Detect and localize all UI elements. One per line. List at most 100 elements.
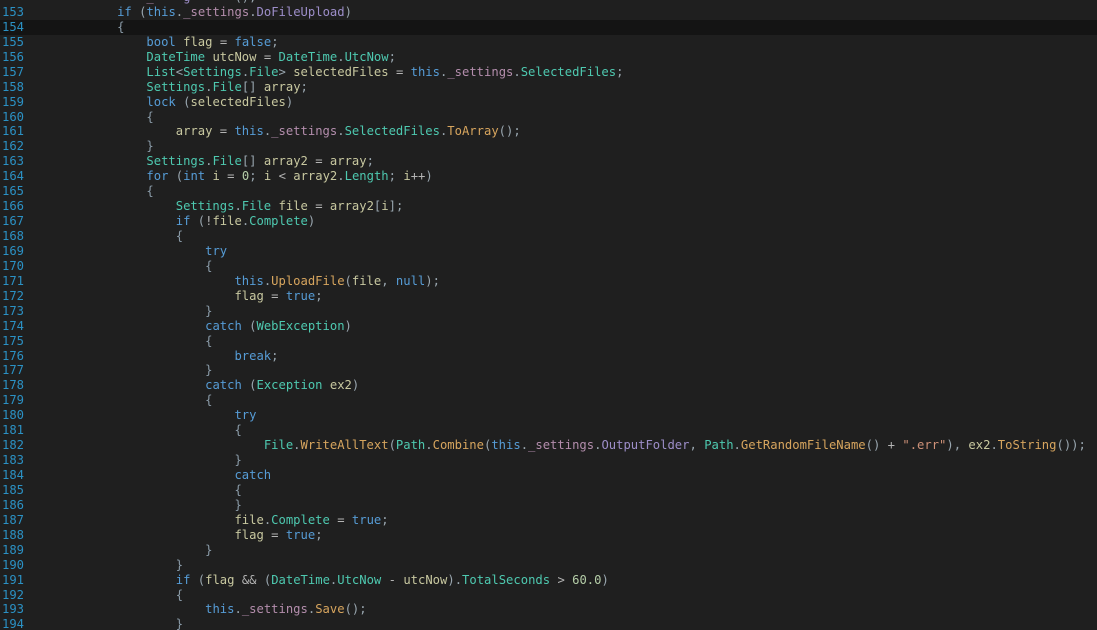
line-text[interactable]: flag = true; — [29, 528, 322, 543]
code-line[interactable]: 190 } — [0, 558, 1097, 573]
code-line[interactable]: 165 { — [0, 184, 1097, 199]
line-text[interactable]: } — [29, 453, 241, 468]
line-text[interactable]: Settings.File file = array2[i]; — [29, 199, 404, 214]
line-text[interactable]: this._settings.Save(); — [29, 602, 366, 617]
code-line[interactable]: 193 this._settings.Save(); — [0, 602, 1097, 617]
line-text[interactable]: File.WriteAllText(Path.Combine(this._set… — [29, 438, 1086, 453]
line-text[interactable]: } — [29, 543, 212, 558]
line-text[interactable]: break; — [29, 349, 278, 364]
code-line[interactable]: 166 Settings.File file = array2[i]; — [0, 199, 1097, 214]
code-line[interactable]: 176 break; — [0, 349, 1097, 364]
code-line[interactable]: 179 { — [0, 393, 1097, 408]
line-text[interactable]: if (!file.Complete) — [29, 214, 315, 229]
code-line[interactable]: 156 DateTime utcNow = DateTime.UtcNow; — [0, 50, 1097, 65]
line-text[interactable]: { — [29, 334, 212, 349]
line-text[interactable]: } — [29, 498, 241, 513]
code-line[interactable]: 189 } — [0, 543, 1097, 558]
line-text[interactable]: { — [29, 184, 153, 199]
code-line[interactable]: 171 this.UploadFile(file, null); — [0, 274, 1097, 289]
code-line[interactable]: 173 } — [0, 304, 1097, 319]
line-text[interactable]: catch — [29, 468, 271, 483]
line-number: 171 — [2, 273, 25, 288]
code-line[interactable]: 178 catch (Exception ex2) — [0, 378, 1097, 393]
line-text[interactable]: if (flag && (DateTime.UtcNow - utcNow).T… — [29, 573, 609, 588]
line-text[interactable]: array = this._settings.SelectedFiles.ToA… — [29, 124, 521, 139]
line-text[interactable]: file.Complete = true; — [29, 512, 388, 528]
code-line[interactable]: 186 } — [0, 498, 1097, 513]
line-text[interactable]: this.UploadFile(file, null); — [29, 274, 440, 289]
code-line[interactable]: 187 file.Complete = true; — [0, 513, 1097, 528]
line-text[interactable]: } — [29, 617, 183, 630]
code-token: file — [278, 199, 308, 214]
code-line[interactable]: 163 Settings.File[] array2 = array; — [0, 154, 1097, 169]
line-text[interactable]: Settings.File[] array2 = array; — [29, 154, 374, 169]
code-surface[interactable]: _ g ();153 if (this._settings.DoFileUplo… — [0, 0, 1097, 630]
code-line[interactable]: 161 array = this._settings.SelectedFiles… — [0, 124, 1097, 139]
code-line[interactable]: 164 for (int i = 0; i < array2.Length; i… — [0, 169, 1097, 184]
line-text[interactable]: { — [29, 259, 212, 274]
code-line[interactable]: 169 try — [0, 244, 1097, 259]
code-line[interactable]: 194 } — [0, 617, 1097, 630]
code-line[interactable]: 174 catch (WebException) — [0, 319, 1097, 334]
code-line[interactable]: 167 if (!file.Complete) — [0, 214, 1097, 229]
line-text[interactable]: { — [29, 588, 183, 603]
line-text[interactable]: } — [29, 139, 153, 154]
code-line[interactable]: 158 Settings.File[] array; — [0, 80, 1097, 95]
line-text[interactable]: try — [29, 408, 256, 423]
code-line[interactable]: 160 { — [0, 110, 1097, 125]
line-text[interactable]: { — [29, 20, 124, 35]
code-line[interactable]: 182 File.WriteAllText(Path.Combine(this.… — [0, 438, 1097, 453]
line-text[interactable]: { — [29, 423, 241, 438]
code-line[interactable]: 175 { — [0, 334, 1097, 349]
code-line[interactable]: 170 { — [0, 259, 1097, 274]
line-text[interactable]: flag = true; — [29, 289, 322, 304]
code-line[interactable]: 168 { — [0, 229, 1097, 244]
code-line[interactable]: 181 { — [0, 423, 1097, 438]
line-text[interactable]: { — [29, 483, 241, 498]
line-text[interactable]: DateTime utcNow = DateTime.UtcNow; — [29, 50, 396, 65]
line-text[interactable]: } — [29, 363, 212, 378]
code-line[interactable]: 192 { — [0, 588, 1097, 603]
code-token: - — [388, 572, 396, 587]
code-line[interactable]: 183 } — [0, 453, 1097, 468]
code-line[interactable]: 191 if (flag && (DateTime.UtcNow - utcNo… — [0, 573, 1097, 588]
line-text[interactable]: { — [29, 393, 212, 408]
line-text[interactable]: } — [29, 558, 183, 573]
code-line[interactable]: 177 } — [0, 363, 1097, 378]
code-line[interactable]: 180 try — [0, 408, 1097, 423]
code-line[interactable]: 154 { — [0, 19, 1097, 35]
line-number: 162 — [2, 139, 25, 154]
code-token: = — [337, 512, 345, 527]
code-line[interactable]: 157 List<Settings.File> selectedFiles = … — [0, 65, 1097, 80]
line-text[interactable]: if (this._settings.DoFileUpload) — [29, 5, 352, 20]
line-text[interactable]: for (int i = 0; i < array2.Length; i++) — [29, 169, 432, 184]
code-line[interactable]: 159 lock (selectedFiles) — [0, 95, 1097, 110]
line-text[interactable]: List<Settings.File> selectedFiles = this… — [29, 65, 623, 80]
line-text[interactable]: lock (selectedFiles) — [29, 95, 293, 110]
code-editor[interactable]: _ g ();153 if (this._settings.DoFileUplo… — [0, 0, 1097, 630]
code-line[interactable]: 172 flag = true; — [0, 289, 1097, 304]
line-number: 164 — [2, 169, 25, 184]
code-line[interactable]: 184 catch — [0, 468, 1097, 483]
line-text[interactable]: catch (WebException) — [29, 319, 352, 334]
line-text[interactable]: } — [29, 304, 212, 319]
line-text[interactable]: catch (Exception ex2) — [29, 378, 359, 393]
code-line[interactable]: 185 { — [0, 483, 1097, 498]
line-text[interactable]: { — [29, 110, 153, 125]
code-line[interactable]: 153 if (this._settings.DoFileUpload) — [0, 5, 1097, 20]
line-text[interactable]: try — [29, 244, 227, 259]
line-text[interactable]: bool flag = false; — [29, 35, 278, 50]
code-line[interactable]: 162 } — [0, 139, 1097, 154]
line-text[interactable]: { — [29, 229, 183, 244]
code-line[interactable]: 188 flag = true; — [0, 528, 1097, 543]
code-line[interactable]: 155 bool flag = false; — [0, 35, 1097, 50]
line-text[interactable]: Settings.File[] array; — [29, 80, 307, 95]
code-token: for — [146, 169, 169, 184]
